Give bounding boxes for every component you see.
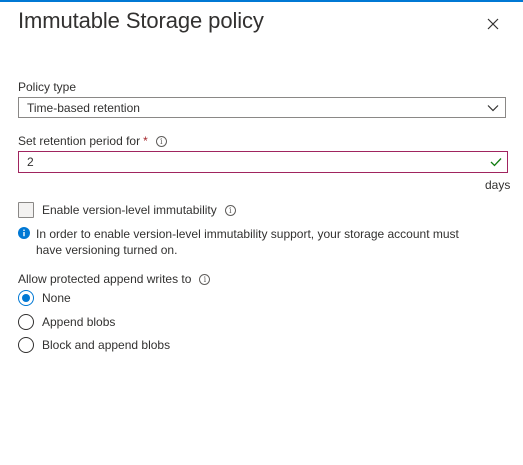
- radio-button[interactable]: [18, 314, 34, 330]
- retention-label: Set retention period for * i: [18, 134, 167, 148]
- info-icon[interactable]: i: [224, 204, 236, 216]
- versioning-notice: In order to enable version-level immutab…: [18, 226, 488, 258]
- info-icon[interactable]: i: [199, 274, 211, 285]
- radio-label: None: [42, 291, 71, 305]
- append-writes-label-text: Allow protected append writes to: [18, 272, 192, 286]
- info-icon[interactable]: i: [155, 136, 167, 147]
- chevron-down-icon: [481, 98, 505, 117]
- panel-title: Immutable Storage policy: [18, 8, 264, 33]
- version-immutability-checkbox-row[interactable]: Enable version-level immutability i: [18, 202, 236, 218]
- radio-button[interactable]: [18, 337, 34, 353]
- append-writes-label: Allow protected append writes to i: [18, 272, 211, 286]
- radio-label: Block and append blobs: [42, 338, 171, 352]
- policy-type-dropdown[interactable]: Time-based retention: [18, 97, 506, 118]
- policy-type-label: Policy type: [18, 80, 77, 94]
- retention-period-input[interactable]: 2: [18, 151, 508, 173]
- radio-option-none[interactable]: None: [18, 290, 71, 306]
- close-icon: [487, 18, 499, 30]
- radio-option-block-and-append-blobs[interactable]: Block and append blobs: [18, 337, 170, 353]
- required-marker: *: [143, 134, 148, 148]
- retention-label-text: Set retention period for: [18, 134, 141, 148]
- retention-units: days: [485, 178, 511, 192]
- checkmark-icon: [485, 152, 507, 172]
- panel-top-accent: [0, 0, 523, 2]
- version-immutability-label: Enable version-level immutability: [42, 203, 217, 217]
- policy-type-value: Time-based retention: [27, 100, 140, 115]
- radio-label: Append blobs: [42, 315, 116, 329]
- radio-button[interactable]: [18, 290, 34, 306]
- version-immutability-checkbox[interactable]: [18, 202, 34, 218]
- versioning-notice-text: In order to enable version-level immutab…: [36, 227, 459, 257]
- info-icon: [18, 227, 30, 239]
- retention-period-value: 2: [27, 155, 34, 169]
- close-button[interactable]: [482, 13, 504, 35]
- radio-option-append-blobs[interactable]: Append blobs: [18, 314, 115, 330]
